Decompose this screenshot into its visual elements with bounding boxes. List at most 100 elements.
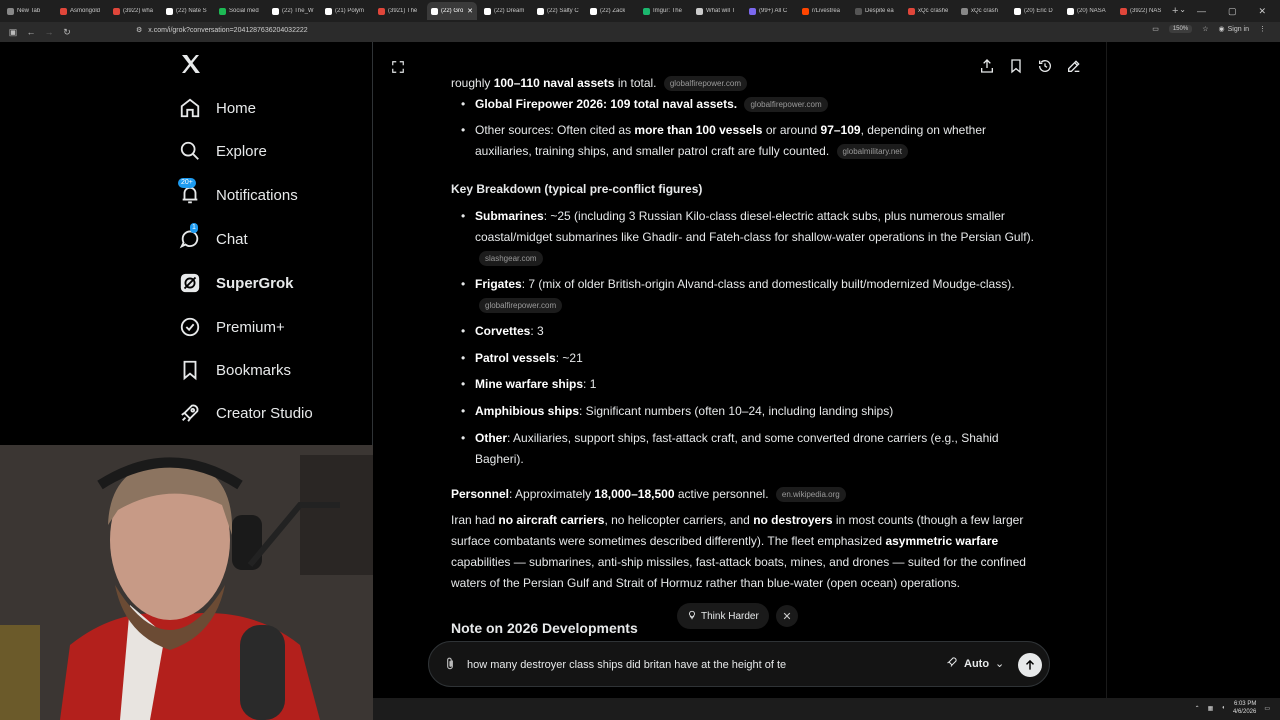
maximize-button[interactable]: ▢: [1228, 6, 1237, 17]
mode-selector[interactable]: Auto ⌄: [946, 656, 1004, 671]
site-info-icon[interactable]: ⚙: [136, 26, 142, 34]
tab-label: (3921) The: [388, 8, 418, 14]
list-item: Other sources: Often cited as more than …: [461, 120, 1035, 162]
list-item: Amphibious ships: Significant numbers (o…: [461, 401, 1035, 422]
sidebar-item-label: SuperGrok: [216, 274, 294, 292]
sidebar-item-premium[interactable]: Premium+: [178, 312, 285, 342]
browser-tab[interactable]: xQc crashe: [904, 2, 954, 20]
list-item: Other: Auxiliaries, support ships, fast-…: [461, 428, 1035, 470]
screen-icon[interactable]: ▭: [1152, 25, 1159, 33]
browser-tab[interactable]: (22) Nate S: [162, 2, 212, 20]
text-bold: no destroyers: [753, 513, 833, 527]
message-input[interactable]: [465, 655, 849, 675]
browser-tab[interactable]: Social med: [215, 2, 265, 20]
back-button[interactable]: ←: [22, 27, 40, 37]
list-item: Frigates: 7 (mix of older British-origin…: [461, 274, 1035, 316]
star-icon[interactable]: ☆: [1202, 25, 1208, 33]
text-bold: 100–110 naval assets: [493, 76, 615, 90]
tab-label: (20) NASA: [1077, 8, 1106, 14]
browser-tab[interactable]: (99+) All C: [745, 2, 795, 20]
browser-tab-strip: New Tab Asmongold (3922) wha (22) Nate S Soc…: [0, 0, 1280, 22]
sidebar-toggle-icon[interactable]: ▣: [4, 27, 22, 38]
clock[interactable]: 6:03 PM 4/6/2026: [1233, 700, 1256, 716]
sidebar-item-supergrok[interactable]: SuperGrok: [178, 268, 294, 298]
more-menu-icon[interactable]: ⋮: [1259, 25, 1266, 33]
favicon-icon: [431, 7, 438, 15]
favicon-icon: [1067, 7, 1074, 15]
new-chat-icon[interactable]: [1066, 58, 1082, 79]
minimize-button[interactable]: —: [1197, 6, 1206, 16]
bookmark-icon: [178, 358, 202, 382]
source-chip[interactable]: globalfirepower.com: [663, 76, 748, 91]
favicon-icon: [802, 7, 809, 15]
sidebar-item-explore[interactable]: Explore: [178, 136, 267, 166]
favicon-icon: [272, 7, 279, 15]
browser-tab[interactable]: What will T: [692, 2, 742, 20]
browser-tab[interactable]: (3922) NAS: [1116, 2, 1166, 20]
zoom-level[interactable]: 150%: [1168, 25, 1193, 33]
browser-tab[interactable]: r/Livestrea: [798, 2, 848, 20]
new-tab-button[interactable]: +: [1172, 5, 1178, 17]
browser-tab[interactable]: (21) Polym: [321, 2, 371, 20]
think-harder-button[interactable]: Think Harder: [677, 603, 769, 629]
sidebar-item-notifications[interactable]: 20+ Notifications: [178, 178, 298, 210]
browser-tab[interactable]: (20) NASA: [1063, 2, 1113, 20]
text-bold: 18,000–18,500: [594, 487, 675, 501]
favicon-icon: [590, 7, 597, 15]
history-icon[interactable]: [1037, 58, 1053, 79]
close-icon[interactable]: ✕: [776, 605, 798, 627]
lightbulb-icon: [687, 610, 697, 623]
forward-button[interactable]: →: [40, 27, 58, 37]
expand-icon[interactable]: [391, 60, 405, 79]
browser-tab[interactable]: (3921) The: [374, 2, 424, 20]
browser-tab[interactable]: Despite ea: [851, 2, 901, 20]
send-button[interactable]: [1018, 653, 1042, 677]
chevron-up-icon[interactable]: ⌃: [1195, 705, 1200, 712]
notification-center-icon[interactable]: ▭: [1264, 705, 1270, 712]
browser-tab[interactable]: (3922) wha: [109, 2, 159, 20]
network-icon[interactable]: ▦: [1208, 705, 1214, 712]
favicon-icon: [696, 7, 703, 15]
text-bold: Global Firepower 2026: 109 total naval a…: [475, 97, 738, 111]
list-item: Global Firepower 2026: 109 total naval a…: [461, 94, 1035, 115]
browser-tab[interactable]: New Tab: [3, 2, 53, 20]
browser-tab[interactable]: (22) Gro ✕: [427, 2, 477, 20]
source-chip[interactable]: globalmilitary.net: [836, 144, 908, 159]
browser-tab[interactable]: Imgur: The: [639, 2, 689, 20]
close-window-button[interactable]: ✕: [1258, 6, 1266, 17]
favicon-icon: [484, 7, 491, 15]
sidebar-item-bookmarks[interactable]: Bookmarks: [178, 355, 291, 385]
source-chip[interactable]: globalfirepower.com: [744, 97, 828, 112]
x-logo-icon[interactable]: [179, 52, 203, 76]
clock-time: 6:03 PM: [1233, 701, 1257, 707]
tab-label: (22) Nate S: [176, 8, 207, 14]
arrow-up-icon: [1025, 659, 1035, 670]
close-tab-icon[interactable]: ✕: [467, 7, 473, 15]
source-chip[interactable]: slashgear.com: [479, 251, 543, 266]
browser-tab[interactable]: (22) Salty C: [533, 2, 583, 20]
text-bold: Mine warfare ships: [475, 377, 584, 391]
attach-icon[interactable]: [443, 656, 457, 677]
text: in total.: [614, 76, 657, 90]
url-field[interactable]: ⚙ x.com/i/grok?conversation=204128763620…: [136, 26, 308, 35]
text-bold: Corvettes: [475, 324, 531, 338]
source-chip[interactable]: en.wikipedia.org: [775, 487, 846, 502]
text-bold: Other: [475, 431, 508, 445]
system-tray: ⌃ ▦ ◖ 6:03 PM 4/6/2026 ▭: [1195, 700, 1270, 716]
reload-button[interactable]: ↻: [58, 27, 76, 38]
browser-tab[interactable]: (20) Eric D: [1010, 2, 1060, 20]
source-chip[interactable]: globalfirepower.com: [479, 298, 563, 313]
sidebar-item-creator-studio[interactable]: Creator Studio: [178, 398, 313, 428]
browser-tab[interactable]: xQc crash: [957, 2, 1007, 20]
browser-tab[interactable]: Asmongold: [56, 2, 106, 20]
browser-tab[interactable]: (22) The_W: [268, 2, 318, 20]
sign-in-button[interactable]: ◉ Sign in: [1218, 25, 1249, 34]
sidebar-item-chat[interactable]: 1 Chat: [178, 223, 248, 254]
browser-tab[interactable]: (22) Dream: [480, 2, 530, 20]
sidebar-item-label: Premium+: [216, 318, 285, 336]
text: Other sources: Often cited as: [475, 123, 635, 137]
browser-tab[interactable]: (22) Zack: [586, 2, 636, 20]
volume-icon[interactable]: ◖: [1221, 705, 1225, 711]
sidebar-item-home[interactable]: Home: [178, 93, 256, 123]
chevron-down-icon[interactable]: ⌄: [1179, 5, 1186, 14]
